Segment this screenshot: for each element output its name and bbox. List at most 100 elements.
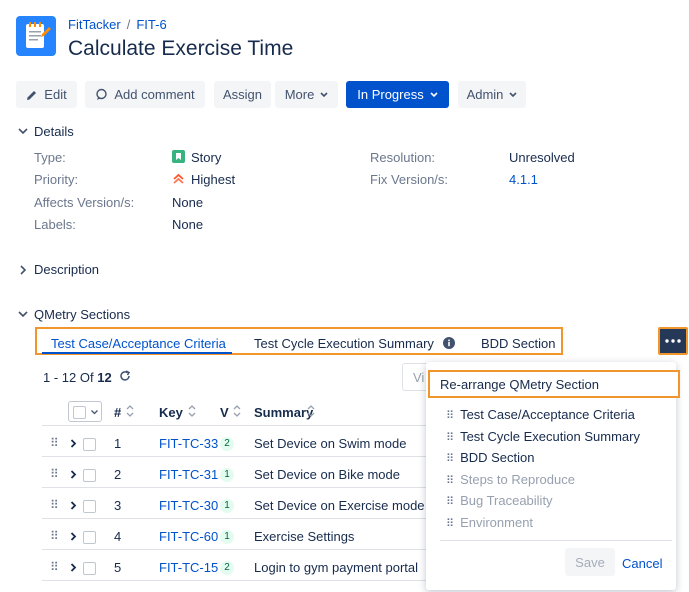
row-summary: Exercise Settings bbox=[254, 529, 355, 544]
rearrange-popup-title: Re-arrange QMetry Section bbox=[440, 377, 599, 392]
status-label: In Progress bbox=[357, 87, 424, 102]
row-key-link[interactable]: FIT-TC-31 bbox=[159, 467, 218, 482]
version-badge: 1 bbox=[220, 530, 234, 544]
qmetry-heading[interactable]: QMetry Sections bbox=[34, 307, 130, 322]
select-all-dropdown[interactable] bbox=[68, 401, 102, 422]
more-dots-icon bbox=[665, 339, 681, 343]
info-icon[interactable] bbox=[443, 337, 455, 349]
labels-label: Labels: bbox=[34, 217, 76, 232]
popup-section-label: Test Case/Acceptance Criteria bbox=[460, 407, 635, 422]
status-button[interactable]: In Progress bbox=[346, 81, 449, 108]
popup-section-item[interactable]: ⠿ BDD Section bbox=[446, 450, 534, 465]
chevron-down-icon[interactable] bbox=[18, 126, 28, 136]
drag-handle-icon[interactable]: ⠿ bbox=[446, 453, 454, 465]
table-row[interactable] bbox=[42, 521, 432, 552]
row-checkbox[interactable] bbox=[83, 469, 96, 482]
popup-section-item[interactable]: ⠿ Test Case/Acceptance Criteria bbox=[446, 407, 635, 422]
popup-section-item[interactable]: ⠿ Test Cycle Execution Summary bbox=[446, 429, 640, 444]
col-version[interactable]: V bbox=[220, 405, 229, 420]
popup-section-label: Environment bbox=[460, 514, 534, 530]
tab-test-cycle-summary[interactable]: Test Cycle Execution Summary bbox=[254, 336, 434, 351]
description-heading[interactable]: Description bbox=[34, 262, 99, 277]
story-icon bbox=[172, 150, 185, 163]
pagination: 1 - 12 Of 12 bbox=[43, 370, 112, 385]
add-comment-button[interactable]: Add comment bbox=[85, 81, 205, 108]
row-divider bbox=[42, 456, 432, 457]
priority-label: Priority: bbox=[34, 172, 79, 187]
expand-row-icon[interactable] bbox=[70, 439, 77, 448]
drag-handle-icon[interactable]: ⠿ bbox=[50, 498, 59, 512]
expand-row-icon[interactable] bbox=[70, 501, 77, 510]
sort-icon bbox=[126, 405, 134, 417]
col-key[interactable]: Key bbox=[159, 405, 183, 420]
add-comment-label: Add comment bbox=[114, 87, 195, 102]
type-value: Story bbox=[191, 150, 222, 165]
save-button[interactable]: Save bbox=[565, 548, 615, 576]
select-all-checkbox[interactable] bbox=[73, 406, 86, 419]
assign-button[interactable]: Assign bbox=[214, 81, 271, 108]
sort-icon bbox=[233, 405, 241, 417]
tab-test-case[interactable]: Test Case/Acceptance Criteria bbox=[51, 336, 226, 351]
edit-label: Edit bbox=[44, 87, 67, 102]
row-number: 5 bbox=[114, 560, 122, 575]
drag-handle-icon[interactable]: ⠿ bbox=[446, 518, 454, 530]
chevron-down-icon bbox=[430, 91, 438, 97]
comment-icon bbox=[96, 88, 108, 100]
drag-handle-icon[interactable]: ⠿ bbox=[446, 496, 454, 508]
admin-label: Admin bbox=[466, 87, 504, 102]
expand-row-icon[interactable] bbox=[70, 470, 77, 479]
chevron-down-icon bbox=[320, 91, 328, 97]
chevron-right-icon[interactable] bbox=[18, 265, 28, 275]
breadcrumb-project[interactable]: FitTacker bbox=[68, 17, 121, 32]
rearrange-popup-header: Re-arrange QMetry Section bbox=[428, 370, 680, 398]
col-num[interactable]: # bbox=[114, 405, 121, 420]
row-divider bbox=[42, 518, 432, 519]
section-options-button[interactable] bbox=[658, 327, 688, 355]
drag-handle-icon[interactable]: ⠿ bbox=[50, 436, 59, 450]
drag-handle-icon[interactable]: ⠿ bbox=[446, 410, 454, 422]
priority-value: Highest bbox=[191, 172, 236, 187]
popup-section-item[interactable]: ⠿ Steps to Reproduce bbox=[446, 472, 575, 487]
col-summary[interactable]: Summary bbox=[254, 405, 313, 420]
drag-handle-icon[interactable]: ⠿ bbox=[50, 560, 59, 574]
chevron-down-icon[interactable] bbox=[18, 309, 28, 319]
drag-handle-icon[interactable]: ⠿ bbox=[50, 529, 59, 543]
drag-handle-icon[interactable]: ⠿ bbox=[446, 475, 454, 487]
pencil-icon bbox=[27, 90, 37, 100]
refresh-icon[interactable] bbox=[119, 370, 131, 382]
row-summary: Set Device on Bike mode bbox=[254, 467, 400, 482]
affects-version-value: None bbox=[172, 195, 204, 210]
version-badge: 2 bbox=[220, 437, 234, 451]
row-key-link[interactable]: FIT-TC-33 bbox=[159, 436, 218, 451]
cancel-button[interactable]: Cancel bbox=[622, 556, 662, 571]
row-divider bbox=[42, 580, 432, 581]
row-checkbox[interactable] bbox=[83, 500, 96, 513]
details-heading[interactable]: Details bbox=[34, 124, 74, 139]
more-button[interactable]: More bbox=[275, 81, 338, 108]
row-checkbox[interactable] bbox=[83, 531, 96, 544]
row-summary: Set Device on Swim mode bbox=[254, 436, 407, 451]
resolution-value: Unresolved bbox=[509, 150, 575, 165]
row-key-link[interactable]: FIT-TC-30 bbox=[159, 498, 218, 513]
breadcrumb-issue-key[interactable]: FIT-6 bbox=[136, 17, 166, 32]
fix-version-link[interactable]: 4.1.1 bbox=[509, 172, 538, 187]
row-checkbox[interactable] bbox=[83, 562, 96, 575]
popup-section-item[interactable]: ⠿ Environment bbox=[446, 515, 533, 530]
admin-button[interactable]: Admin bbox=[458, 81, 526, 108]
project-avatar[interactable] bbox=[16, 16, 56, 56]
breadcrumb-separator: / bbox=[126, 17, 131, 32]
chevron-down-icon bbox=[91, 410, 98, 415]
row-checkbox[interactable] bbox=[83, 438, 96, 451]
expand-row-icon[interactable] bbox=[70, 532, 77, 541]
drag-handle-icon[interactable]: ⠿ bbox=[50, 467, 59, 481]
edit-button[interactable]: Edit bbox=[16, 81, 77, 108]
row-key-link[interactable]: FIT-TC-60 bbox=[159, 529, 218, 544]
view-select-placeholder: Vi bbox=[413, 370, 425, 385]
tab-bdd-section[interactable]: BDD Section bbox=[481, 336, 555, 351]
row-key-link[interactable]: FIT-TC-15 bbox=[159, 560, 218, 575]
chevron-down-icon bbox=[509, 91, 517, 97]
drag-handle-icon[interactable]: ⠿ bbox=[446, 432, 454, 444]
popup-section-item[interactable]: ⠿ Bug Traceability bbox=[446, 493, 553, 508]
expand-row-icon[interactable] bbox=[70, 563, 77, 572]
popup-section-label: Steps to Reproduce bbox=[460, 471, 575, 487]
